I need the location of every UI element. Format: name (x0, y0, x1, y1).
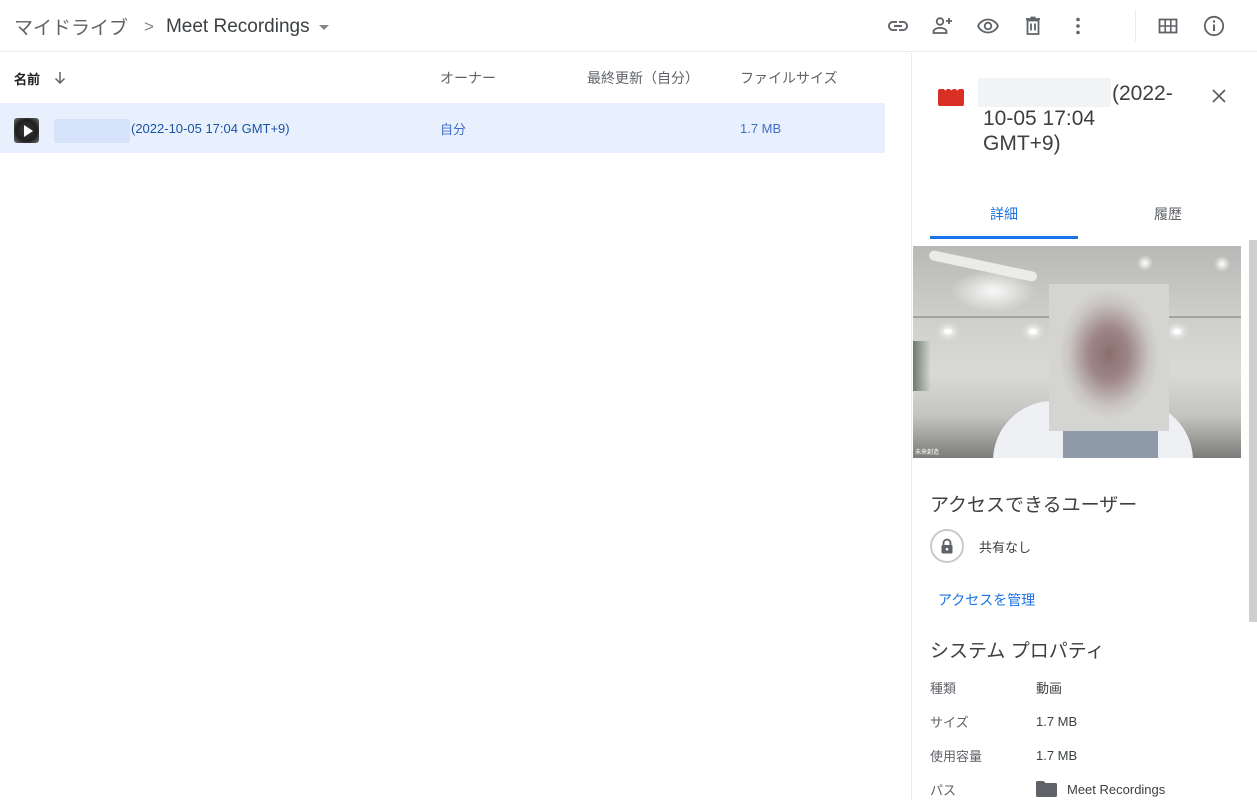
property-storage-used: 使用容量 1.7 MB (930, 745, 1077, 765)
manage-access-link[interactable]: アクセスを管理 (938, 590, 1035, 610)
property-key: 使用容量 (930, 748, 983, 764)
close-details-button[interactable] (1206, 83, 1232, 109)
link-icon (888, 21, 908, 31)
property-key: パス (930, 782, 957, 798)
property-value: 動画 (1036, 680, 1063, 696)
item-toolbar (880, 8, 1096, 44)
property-type: 種類 動画 (930, 677, 1062, 697)
tab-details[interactable]: 詳細 (930, 193, 1078, 239)
preview-lamp (944, 329, 952, 334)
more-vert-icon (1076, 17, 1080, 35)
details-title: (2022-10-05 17:04 GMT+9) (983, 82, 1173, 155)
details-tabs: 詳細 履歴 (912, 193, 1257, 239)
sharing-status: 共有なし (979, 539, 1032, 555)
caret-down-icon (318, 25, 329, 30)
get-link-button[interactable] (880, 8, 916, 44)
column-name-label: 名前 (14, 71, 41, 87)
close-icon (1212, 89, 1226, 103)
breadcrumb-my-drive[interactable]: マイドライブ (14, 13, 128, 40)
folder-icon (1036, 781, 1057, 797)
property-key: 種類 (930, 680, 957, 696)
file-owner: 自分 (440, 121, 467, 137)
preview-lamp (1173, 329, 1181, 334)
tab-activity[interactable]: 履歴 (1094, 193, 1242, 239)
preview-button[interactable] (970, 8, 1006, 44)
toolbar-divider (1135, 10, 1136, 42)
view-toolbar (1150, 8, 1232, 44)
play-icon (23, 124, 33, 137)
property-size: サイズ 1.7 MB (930, 711, 1077, 731)
breadcrumb: マイドライブ > Meet Recordings (14, 13, 329, 40)
video-preview[interactable]: 未来創造 (913, 246, 1241, 458)
property-value: 1.7 MB (1036, 747, 1078, 763)
preview-caption: 未来創造 (915, 450, 940, 456)
column-header-name[interactable]: 名前 (14, 69, 68, 88)
breadcrumb-separator: > (144, 16, 154, 36)
details-pane: (2022-10-05 17:04 GMT+9) 詳細 履歴 未来創造 アクセス… (911, 53, 1257, 800)
top-bar: マイドライブ > Meet Recordings (0, 0, 1257, 52)
file-name: (2022-10-05 17:04 GMT+9) (131, 120, 290, 136)
details-header: (2022-10-05 17:04 GMT+9) (912, 53, 1257, 183)
file-size: 1.7 MB (740, 120, 782, 136)
preview-face-blur (1049, 284, 1169, 431)
file-list: 名前 オーナー 最終更新（自分） ファイルサイズ (2022-10-05 17:… (0, 53, 885, 153)
path-folder-name: Meet Recordings (1067, 781, 1166, 797)
trash-icon (1026, 16, 1040, 35)
video-thumbnail-icon (14, 118, 39, 143)
lock-icon (941, 538, 953, 554)
property-value: 1.7 MB (1036, 713, 1078, 729)
column-header-modified[interactable]: 最終更新（自分） (587, 68, 699, 88)
column-header-size[interactable]: ファイルサイズ (740, 68, 838, 88)
preview-lamp (1029, 329, 1037, 334)
delete-button[interactable] (1015, 8, 1051, 44)
access-status: 共有なし (930, 529, 1031, 563)
list-header: 名前 オーナー 最終更新（自分） ファイルサイズ (0, 53, 885, 103)
preview-shirt (1063, 431, 1158, 458)
file-row[interactable]: (2022-10-05 17:04 GMT+9) 自分 1.7 MB (0, 103, 885, 153)
property-path: パス Meet Recordings (930, 779, 1165, 799)
property-key: サイズ (930, 714, 969, 730)
share-button[interactable] (925, 8, 961, 44)
grid-icon (1158, 18, 1178, 34)
access-heading: アクセスできるユーザー (930, 495, 1138, 516)
more-actions-button[interactable] (1060, 8, 1096, 44)
path-link[interactable]: Meet Recordings (1036, 781, 1165, 797)
video-file-icon (938, 86, 964, 106)
lock-icon-badge (930, 529, 964, 563)
sort-arrow-down-icon[interactable] (52, 70, 68, 86)
details-scrollbar[interactable] (1249, 240, 1257, 622)
current-folder-label: Meet Recordings (165, 15, 310, 37)
grid-view-button[interactable] (1150, 8, 1186, 44)
eye-icon (977, 18, 999, 34)
redacted-filename (54, 119, 130, 143)
breadcrumb-current-folder[interactable]: Meet Recordings (166, 16, 329, 38)
person-add-icon (932, 17, 952, 34)
view-details-button[interactable] (1196, 8, 1232, 44)
preview-ceiling-fan (928, 249, 1038, 283)
info-icon (1203, 15, 1225, 37)
properties-heading: システム プロパティ (930, 641, 1105, 662)
preview-plant (913, 341, 931, 391)
column-header-owner[interactable]: オーナー (440, 68, 496, 88)
